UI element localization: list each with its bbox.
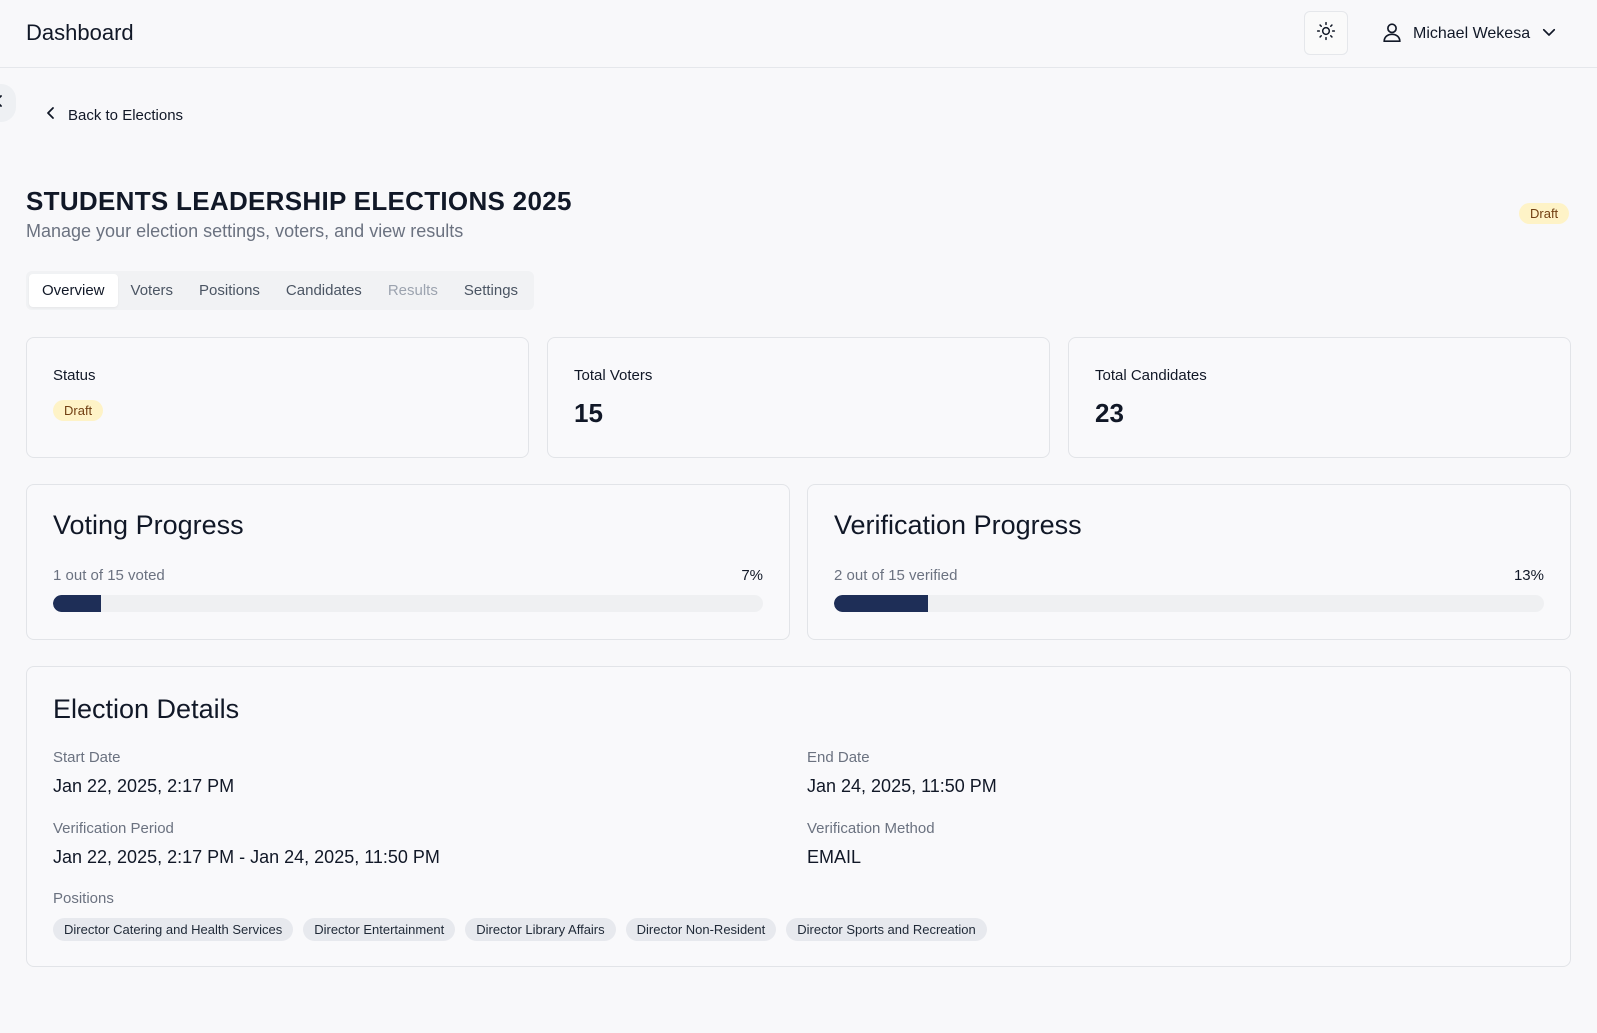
- verification-progress-card: Verification Progress 2 out of 15 verifi…: [807, 484, 1571, 640]
- page-subtitle: Manage your election settings, voters, a…: [26, 221, 464, 241]
- election-details-card: Election Details Start Date Jan 22, 2025…: [26, 666, 1571, 967]
- verification-progress-fill: [834, 595, 929, 612]
- verification-progress-bar: [834, 595, 1544, 612]
- positions-list: Director Catering and Health Services Di…: [53, 918, 987, 941]
- total-voters-label: Total Voters: [574, 367, 653, 384]
- back-link-label: Back to Elections: [68, 106, 184, 124]
- voting-progress-title: Voting Progress: [53, 510, 244, 540]
- verification-method-label: Verification Method: [807, 820, 935, 837]
- start-date-label: Start Date: [53, 749, 121, 766]
- end-date-value: Jan 24, 2025, 11:50 PM: [807, 776, 997, 796]
- tab-positions[interactable]: Positions: [186, 274, 273, 307]
- status-label: Status: [53, 367, 96, 384]
- voting-progress-fill: [53, 595, 101, 612]
- status-badge: Draft: [1519, 203, 1570, 224]
- position-chip: Director Entertainment: [303, 918, 456, 941]
- tab-results: Results: [387, 282, 438, 299]
- election-details-title: Election Details: [53, 694, 240, 724]
- verification-progress-text: 2 out of 15 verified: [834, 567, 958, 584]
- user-icon: [1381, 20, 1403, 49]
- chevron-down-icon: [1540, 23, 1558, 46]
- theme-toggle-button[interactable]: [1304, 11, 1348, 55]
- user-menu[interactable]: Michael Wekesa: [1381, 18, 1558, 50]
- chevron-left-icon: [0, 94, 4, 112]
- status-card: Status Draft: [26, 337, 529, 458]
- sun-icon: [1316, 21, 1336, 46]
- tab-voters[interactable]: Voters: [118, 274, 187, 307]
- position-chip: Director Non-Resident: [625, 918, 777, 941]
- page-title: STUDENTS LEADERSHIP ELECTIONS 2025: [26, 186, 572, 216]
- end-date-label: End Date: [807, 749, 870, 766]
- verification-period-value: Jan 22, 2025, 2:17 PM - Jan 24, 2025, 11…: [53, 847, 440, 867]
- tab-candidates[interactable]: Candidates: [273, 274, 375, 307]
- verification-progress-title: Verification Progress: [834, 510, 1082, 540]
- status-badge: Draft: [53, 400, 104, 421]
- app-title: Dashboard: [26, 20, 134, 45]
- back-to-elections-link[interactable]: Back to Elections: [46, 106, 183, 124]
- total-voters-value: 15: [574, 398, 603, 428]
- tab-overview[interactable]: Overview: [29, 274, 118, 307]
- verification-progress-percent: 13%: [1513, 567, 1544, 584]
- user-name: Michael Wekesa: [1413, 25, 1531, 42]
- voting-progress-card: Voting Progress 1 out of 15 voted 7%: [26, 484, 790, 640]
- top-bar: Dashboard Michael Wekesa: [0, 0, 1597, 68]
- position-chip: Director Catering and Health Services: [53, 918, 294, 941]
- total-candidates-value: 23: [1095, 398, 1124, 428]
- voting-progress-text: 1 out of 15 voted: [53, 567, 165, 584]
- voting-progress-bar: [53, 595, 763, 612]
- verification-method-value: EMAIL: [807, 847, 862, 867]
- start-date-value: Jan 22, 2025, 2:17 PM: [53, 776, 235, 796]
- sidebar-toggle-button[interactable]: [0, 84, 16, 122]
- position-chip: Director Library Affairs: [465, 918, 616, 941]
- total-candidates-label: Total Candidates: [1095, 367, 1207, 384]
- position-chip: Director Sports and Recreation: [786, 918, 987, 941]
- positions-label: Positions: [53, 890, 114, 907]
- total-voters-card: Total Voters 15: [547, 337, 1050, 458]
- verification-period-label: Verification Period: [53, 820, 174, 837]
- tab-settings[interactable]: Settings: [451, 274, 531, 307]
- chevron-left-icon: [46, 106, 56, 124]
- tab-list: Overview Voters Positions Candidates Res…: [26, 271, 535, 310]
- voting-progress-percent: 7%: [741, 567, 763, 584]
- total-candidates-card: Total Candidates 23: [1068, 337, 1571, 458]
